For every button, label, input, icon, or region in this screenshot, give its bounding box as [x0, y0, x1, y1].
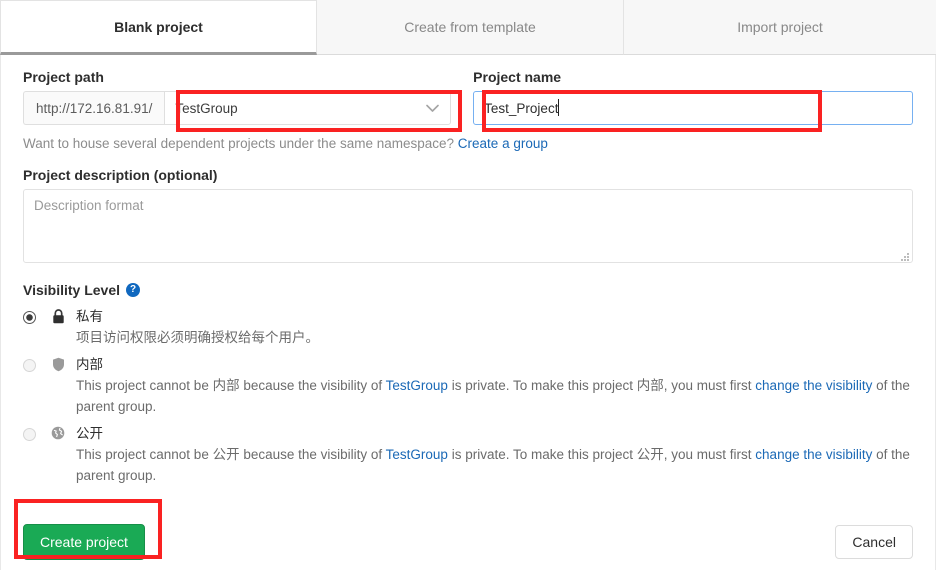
visibility-internal-title: 内部: [76, 357, 103, 372]
new-project-page: Blank project Create from template Impor…: [0, 0, 936, 570]
globe-icon: [50, 426, 66, 443]
project-path-label: Project path: [23, 69, 104, 85]
radio-internal: [23, 359, 36, 372]
project-name-field-group: Project name: [473, 69, 913, 125]
visibility-private-description: 项目访问权限必须明确授权给每个用户。: [76, 330, 319, 345]
visibility-private-title: 私有: [76, 309, 103, 324]
radio-private[interactable]: [23, 311, 36, 324]
tab-create-from-template-label: Create from template: [404, 19, 536, 35]
project-description-wrapper: [23, 189, 913, 266]
tab-import-project-label: Import project: [737, 19, 823, 35]
text-cursor: [558, 99, 560, 116]
visibility-level-header: Visibility Level ?: [23, 282, 913, 298]
shield-icon: [50, 357, 66, 375]
project-description-label: Project description (optional): [23, 167, 218, 183]
path-and-name-row: Project path http://172.16.81.91/ TestGr…: [23, 55, 913, 125]
project-path-field-group: Project path http://172.16.81.91/ TestGr…: [23, 69, 452, 125]
visibility-internal-body: 内部 This project cannot be 内部 because the…: [76, 356, 913, 417]
cancel-button[interactable]: Cancel: [835, 525, 913, 559]
namespace-hint-text: Want to house several dependent projects…: [23, 136, 455, 151]
visibility-private-body: 私有 项目访问权限必须明确授权给每个用户。: [76, 308, 913, 348]
inline-link[interactable]: TestGroup: [386, 378, 448, 393]
visibility-option-public: 公开 This project cannot be 公开 because the…: [23, 425, 913, 486]
create-a-group-link[interactable]: Create a group: [458, 136, 548, 151]
project-path-input-group: http://172.16.81.91/ TestGroup: [23, 91, 452, 125]
visibility-internal-description: This project cannot be 内部 because the vi…: [76, 378, 910, 414]
namespace-select[interactable]: TestGroup: [164, 91, 452, 125]
inline-link[interactable]: TestGroup: [386, 447, 448, 462]
tab-blank-project[interactable]: Blank project: [0, 0, 317, 55]
visibility-option-internal: 内部 This project cannot be 内部 because the…: [23, 356, 913, 417]
visibility-options-list: 私有 项目访问权限必须明确授权给每个用户。 内部 This project ca…: [23, 308, 913, 486]
inline-link[interactable]: change the visibility: [755, 447, 872, 462]
inline-link[interactable]: change the visibility: [755, 378, 872, 393]
lock-icon: [50, 309, 66, 327]
question-mark-icon[interactable]: ?: [126, 283, 141, 297]
project-path-url-prefix: http://172.16.81.91/: [23, 91, 165, 125]
project-name-input[interactable]: [473, 91, 913, 125]
visibility-level-label: Visibility Level: [23, 282, 121, 298]
project-type-tabs: Blank project Create from template Impor…: [0, 0, 936, 55]
namespace-select-value: TestGroup: [175, 100, 238, 116]
new-project-form: Project path http://172.16.81.91/ TestGr…: [0, 55, 936, 570]
tab-import-project[interactable]: Import project: [624, 0, 936, 55]
radio-public: [23, 428, 36, 441]
namespace-hint: Want to house several dependent projects…: [23, 136, 913, 151]
form-actions: Create project Cancel: [23, 524, 913, 560]
create-project-button[interactable]: Create project: [23, 524, 145, 560]
namespace-select-wrapper: TestGroup: [164, 91, 452, 125]
visibility-option-private[interactable]: 私有 项目访问权限必须明确授权给每个用户。: [23, 308, 913, 348]
visibility-public-description: This project cannot be 公开 because the vi…: [76, 447, 910, 483]
visibility-public-title: 公开: [76, 426, 103, 441]
project-name-label: Project name: [473, 69, 562, 85]
tab-blank-project-label: Blank project: [114, 18, 203, 35]
tab-create-from-template[interactable]: Create from template: [317, 0, 624, 55]
visibility-public-body: 公开 This project cannot be 公开 because the…: [76, 425, 913, 486]
project-description-textarea[interactable]: [23, 189, 913, 263]
